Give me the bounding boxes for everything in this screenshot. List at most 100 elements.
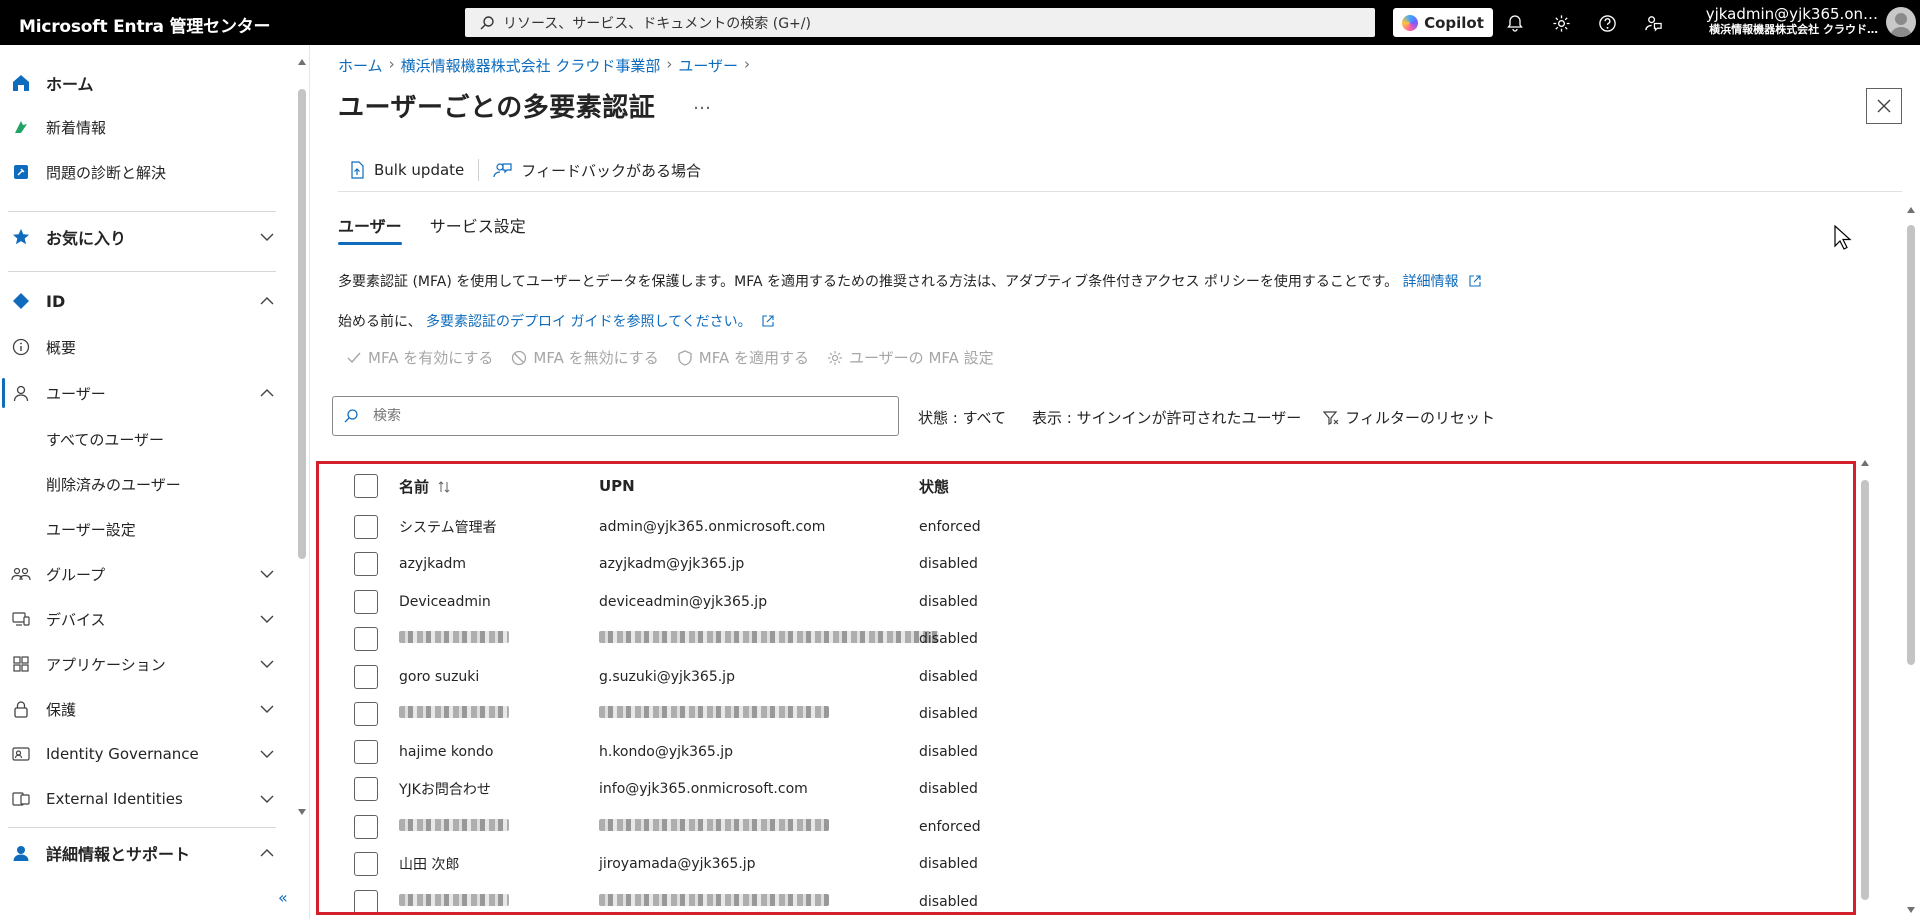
help-icon[interactable]: [1595, 11, 1619, 35]
row-checkbox[interactable]: [354, 739, 378, 764]
sidebar-item-learn-support[interactable]: 詳細情報とサポート: [0, 831, 290, 875]
user-mfa-settings-button[interactable]: ユーザーの MFA 設定: [827, 347, 994, 368]
cell-name: [399, 631, 509, 647]
row-checkbox[interactable]: [354, 627, 378, 651]
row-checkbox[interactable]: [354, 514, 378, 539]
feedback-button[interactable]: フィードバックがある場合: [483, 160, 711, 181]
table-scroll-thumb[interactable]: [1861, 480, 1869, 900]
scroll-down-arrow-icon[interactable]: [1906, 905, 1916, 915]
disable-mfa-button[interactable]: MFA を無効にする: [511, 347, 659, 368]
sidebar-item-devices[interactable]: デバイス: [0, 597, 290, 641]
sidebar-item-whats-new[interactable]: 新着情報: [0, 105, 290, 149]
global-search-input[interactable]: リソース、サービス、ドキュメントの検索 (G+/): [465, 8, 1375, 37]
sidebar-item-applications[interactable]: アプリケーション: [0, 642, 290, 686]
page-scrollbar[interactable]: [1904, 205, 1918, 915]
row-checkbox[interactable]: [354, 664, 378, 689]
enable-mfa-button[interactable]: MFA を有効にする: [346, 347, 493, 368]
id-card-icon: [10, 743, 32, 765]
chevron-down-icon: [260, 570, 274, 578]
cell-state: disabled: [919, 593, 978, 610]
sidebar-item-favorites[interactable]: お気に入り: [0, 215, 290, 259]
cell-name: [399, 818, 509, 835]
close-button[interactable]: [1866, 88, 1902, 124]
sidebar-item-overview[interactable]: 概要: [0, 325, 290, 369]
bell-icon[interactable]: [1503, 11, 1527, 35]
deployment-guide-link[interactable]: 多要素認証のデプロイ ガイドを参照してください。: [426, 314, 752, 330]
row-checkbox[interactable]: [354, 852, 378, 876]
copilot-label: Copilot: [1424, 13, 1484, 32]
scroll-up-arrow-icon[interactable]: [297, 57, 307, 67]
row-checkbox[interactable]: [354, 889, 378, 912]
table-row[interactable]: Deviceadmin deviceadmin@yjk365.jp disabled: [319, 583, 1853, 620]
row-checkbox[interactable]: [354, 702, 378, 726]
table-row[interactable]: hajime kondo h.kondo@yjk365.jp disabled: [319, 733, 1853, 770]
collapse-sidebar-button[interactable]: «: [278, 888, 288, 907]
scroll-up-arrow-icon[interactable]: [1860, 458, 1870, 468]
person-icon: [10, 382, 32, 404]
page-scroll-thumb[interactable]: [1907, 225, 1915, 665]
table-row[interactable]: azyjkadm azyjkadm@yjk365.jp disabled: [319, 546, 1853, 583]
copilot-icon: [1402, 14, 1419, 31]
table-row[interactable]: 山田 次郎 jiroyamada@yjk365.jp disabled: [319, 846, 1853, 883]
cell-state: disabled: [919, 668, 978, 685]
scroll-up-arrow-icon[interactable]: [1906, 205, 1916, 215]
column-header-upn[interactable]: UPN: [599, 477, 635, 495]
row-checkbox[interactable]: [354, 777, 378, 801]
row-checkbox[interactable]: [354, 552, 378, 576]
select-all-checkbox[interactable]: [354, 474, 378, 498]
table-scrollbar[interactable]: [1858, 458, 1872, 908]
cell-state: disabled: [919, 631, 978, 647]
sidebar-item-user-settings[interactable]: ユーザー設定: [0, 507, 290, 551]
tab-service-settings[interactable]: サービス設定: [430, 213, 526, 245]
sidebar-item-users[interactable]: ユーザー: [0, 371, 290, 415]
table-row[interactable]: disabled: [319, 696, 1853, 733]
column-header-state[interactable]: 状態: [919, 476, 949, 497]
breadcrumb-tenant[interactable]: 横浜情報機器株式会社 クラウド事業部: [401, 55, 661, 76]
show-filter-pill[interactable]: 表示 : サインインが許可されたユーザー: [1024, 405, 1309, 430]
table-row[interactable]: YJKお問合わせ info@yjk365.onmicrosoft.com disab…: [319, 771, 1853, 808]
search-input[interactable]: [373, 408, 853, 424]
row-checkbox[interactable]: [354, 589, 378, 614]
sidebar-item-external-identities[interactable]: External Identities: [0, 777, 290, 821]
table-row[interactable]: enforced: [319, 808, 1853, 845]
table-row[interactable]: disabled: [319, 621, 1853, 658]
copilot-button[interactable]: Copilot: [1393, 8, 1493, 37]
breadcrumb-home[interactable]: ホーム: [338, 55, 383, 76]
table-row[interactable]: システム管理者 admin@yjk365.onmicrosoft.com enfor…: [319, 508, 1853, 545]
sidebar-item-groups[interactable]: グループ: [0, 552, 290, 596]
gear-icon[interactable]: [1549, 11, 1573, 35]
row-checkbox[interactable]: [354, 814, 378, 839]
sidebar-scroll-thumb[interactable]: [298, 89, 306, 559]
account-menu[interactable]: yjkadmin@yjk365.on… 横浜情報機器株式会社 クラウド…: [1698, 5, 1878, 37]
avatar[interactable]: [1886, 7, 1916, 37]
sidebar-item-protection[interactable]: 保護: [0, 687, 290, 731]
external-link-icon: [762, 315, 774, 327]
checkmark-icon: [347, 352, 361, 363]
enforce-mfa-button[interactable]: MFA を適用する: [677, 347, 809, 368]
sidebar-item-id[interactable]: ID: [0, 279, 290, 323]
state-filter-pill[interactable]: 状態 : すべて: [910, 405, 1014, 430]
sidebar-scrollbar[interactable]: [296, 57, 308, 817]
breadcrumb-users[interactable]: ユーザー: [678, 55, 738, 76]
sidebar-item-deleted-users[interactable]: 削除済みのユーザー: [0, 462, 290, 506]
table-row[interactable]: disabled: [319, 883, 1853, 912]
sidebar-item-all-users[interactable]: すべてのユーザー: [0, 417, 290, 461]
more-options-button[interactable]: …: [693, 93, 711, 114]
user-search-box[interactable]: [332, 396, 899, 436]
sidebar-item-diagnose[interactable]: 問題の診断と解決: [0, 150, 290, 194]
reset-filters-button[interactable]: フィルターのリセット: [1323, 407, 1495, 428]
feedback-icon[interactable]: [1641, 11, 1665, 35]
sidebar-item-home[interactable]: ホーム: [0, 61, 290, 105]
redacted-upn: [599, 631, 939, 643]
bulk-update-button[interactable]: Bulk update: [338, 161, 474, 179]
learn-more-link[interactable]: 詳細情報: [1403, 274, 1459, 290]
tab-users[interactable]: ユーザー: [338, 213, 402, 245]
cell-state: disabled: [919, 893, 978, 910]
column-header-name[interactable]: 名前: [399, 476, 450, 497]
cell-upn: [599, 706, 829, 722]
scroll-down-arrow-icon[interactable]: [297, 807, 307, 817]
table-row[interactable]: goro suzuki g.suzuki@yjk365.jp disabled: [319, 658, 1853, 695]
brand-title[interactable]: Microsoft Entra 管理センター: [19, 12, 271, 37]
divider: [8, 271, 276, 272]
sidebar-item-identity-governance[interactable]: Identity Governance: [0, 732, 290, 776]
